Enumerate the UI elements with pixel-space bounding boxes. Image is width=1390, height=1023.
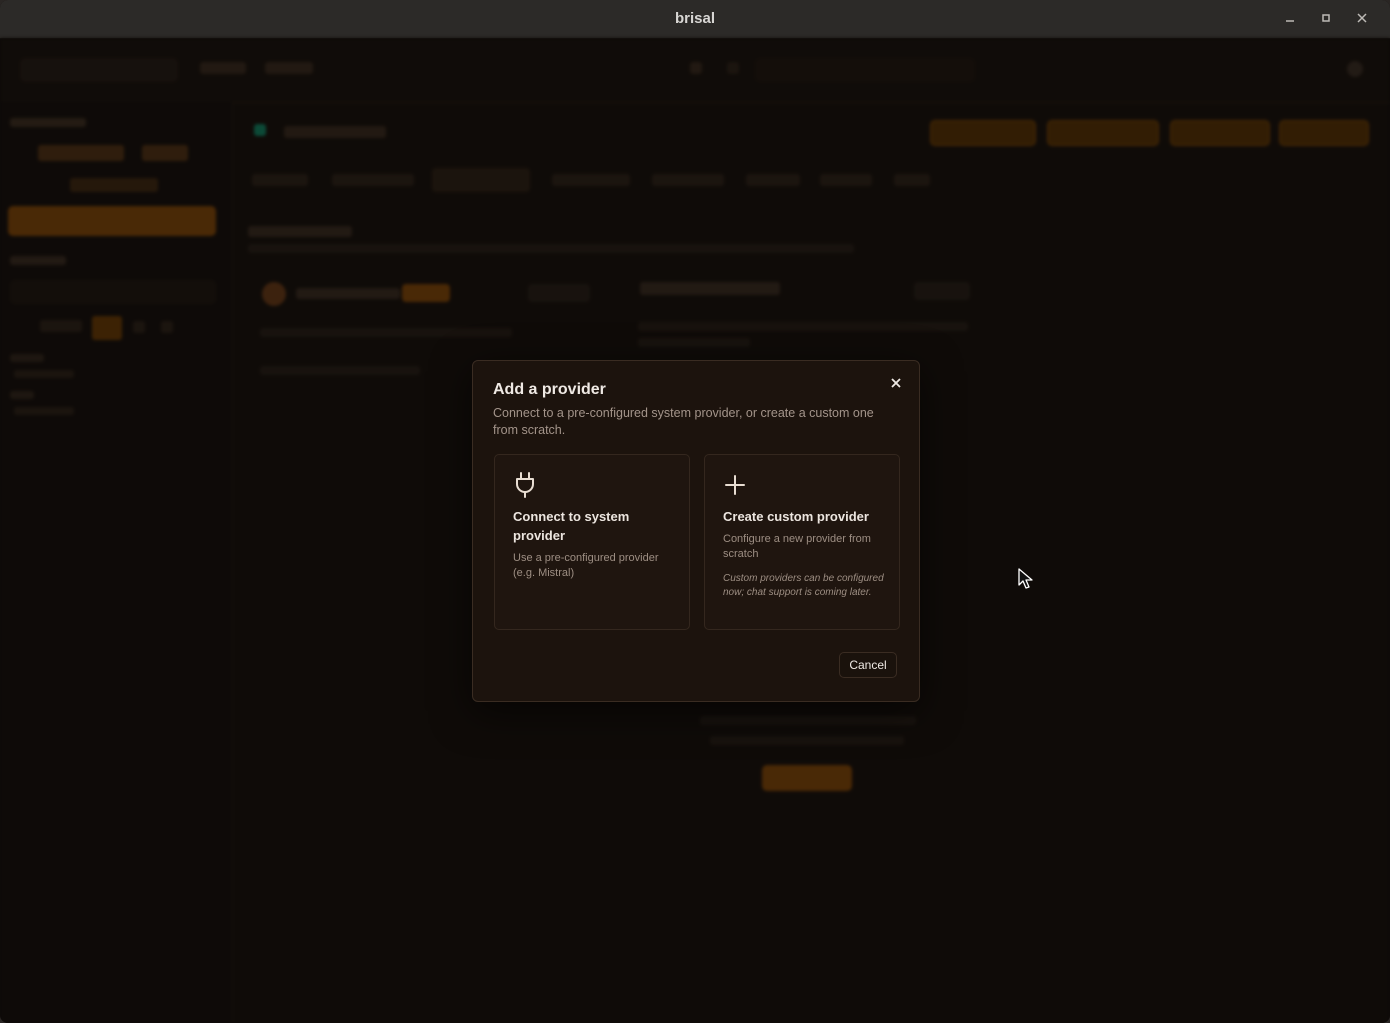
app-window: brisal Add a provider Connect to a pre-c… bbox=[0, 0, 1390, 1023]
maximize-icon[interactable] bbox=[1317, 10, 1335, 28]
add-provider-dialog: Add a provider Connect to a pre-configur… bbox=[472, 360, 920, 702]
dialog-description: Connect to a pre-configured system provi… bbox=[493, 406, 874, 437]
title-bar: brisal bbox=[0, 0, 1390, 39]
dialog-title: Add a provider bbox=[493, 381, 606, 398]
plus-icon bbox=[723, 471, 747, 499]
card-title: Connect to system provider bbox=[513, 509, 630, 543]
minimize-icon[interactable] bbox=[1281, 10, 1299, 28]
mouse-pointer-icon bbox=[1018, 568, 1034, 590]
card-description: Configure a new provider from scratch bbox=[723, 533, 871, 560]
card-title: Create custom provider bbox=[723, 509, 869, 524]
plug-icon bbox=[513, 471, 537, 499]
card-note: Custom providers can be configured now; … bbox=[723, 573, 884, 598]
create-custom-provider-card[interactable]: Create custom provider Configure a new p… bbox=[704, 454, 900, 630]
connect-system-provider-card[interactable]: Connect to system provider Use a pre-con… bbox=[494, 454, 690, 630]
card-description: Use a pre-configured provider (e.g. Mist… bbox=[513, 552, 659, 579]
close-window-icon[interactable] bbox=[1353, 10, 1371, 28]
window-title: brisal bbox=[674, 10, 716, 27]
cancel-button[interactable]: Cancel bbox=[839, 652, 897, 678]
close-icon[interactable] bbox=[887, 375, 905, 393]
